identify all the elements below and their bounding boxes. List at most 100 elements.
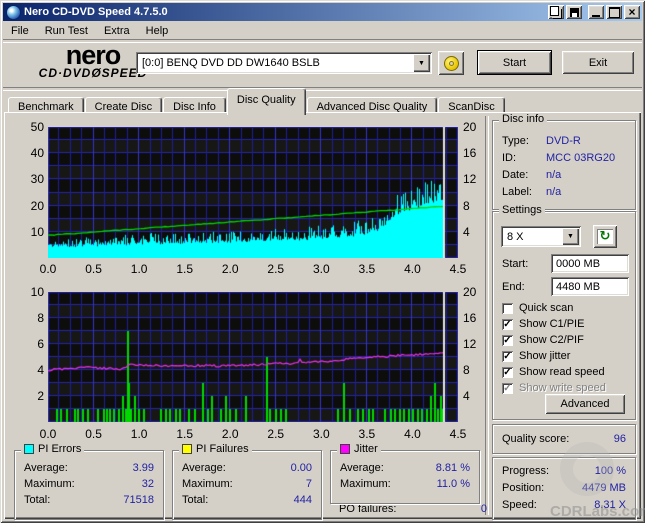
disc-info-row: Type: DVD-R <box>493 132 635 149</box>
checkbox-show-c1-pie[interactable]: ✓ Show C1/PIE <box>493 316 635 332</box>
x-axis-tick-label: 2.0 <box>221 427 239 441</box>
menu-item-file[interactable]: File <box>3 24 37 38</box>
stats-row: Average: 3.99 <box>15 460 163 476</box>
nero-app-icon <box>6 4 21 20</box>
checkbox-box[interactable] <box>502 302 513 314</box>
checkbox-show-c2-pif[interactable]: ✓ Show C2/PIF <box>493 332 635 348</box>
chevron-down-icon[interactable]: ▼ <box>562 228 579 245</box>
x-axis-tick-label: 2.5 <box>267 427 285 441</box>
refresh-button[interactable]: ↻ <box>593 225 617 248</box>
stats-label: Total: <box>24 494 51 506</box>
po-failures-value: 0 <box>480 502 487 515</box>
drive-select[interactable]: [0:0] BENQ DVD DD DW1640 BSLB ▼ <box>136 52 432 74</box>
speed-select[interactable]: 8 X ▼ <box>501 226 581 247</box>
stats-title-text: Jitter <box>354 443 378 455</box>
y2-axis-tick-label: 8 <box>463 363 470 377</box>
copy-screenshot-button[interactable] <box>548 5 564 19</box>
stats-value: 8.81 % <box>435 462 470 474</box>
disc-info-label: Date: <box>502 168 529 181</box>
checkbox-quick-scan[interactable]: Quick scan <box>493 300 635 316</box>
checkbox-label: Quick scan <box>519 302 574 314</box>
x-axis-tick-label: 0.5 <box>85 427 102 441</box>
po-failures-label: PO failures: <box>339 502 397 515</box>
quality-score-label: Quality score: <box>502 432 570 445</box>
tab-disc-quality[interactable]: Disc Quality <box>226 88 306 115</box>
drive-select-value: [0:0] BENQ DVD DD DW1640 BSLB <box>142 57 320 69</box>
maximize-icon <box>608 6 620 18</box>
settings-group: Settings 8 X ▼ ↻ Start: 0000 MB End: 448… <box>492 204 636 420</box>
stats-row: Average: 0.00 <box>173 460 321 476</box>
quality-score-group: Quality score: 96 <box>492 424 636 454</box>
start-button[interactable]: Start <box>477 50 552 75</box>
menu-item-run-test[interactable]: Run Test <box>37 24 96 38</box>
y-axis-tick-label: 8 <box>37 311 44 325</box>
stats-label: Maximum: <box>340 478 391 490</box>
close-button[interactable]: × <box>624 5 640 19</box>
x-axis-tick-label: 3.0 <box>312 427 330 441</box>
exit-button-label: Exit <box>588 56 608 69</box>
disc-info-value: DVD-R <box>546 134 581 147</box>
minimize-button[interactable] <box>588 5 604 19</box>
disc-info-group: Disc info Type: DVD-R ID: MCC 03RG20 Date: n/… <box>492 113 636 210</box>
settings-title: Settings <box>499 204 545 216</box>
pi-errors-chart <box>48 127 458 258</box>
checkbox-box: ✓ <box>502 382 513 394</box>
x-axis-tick-label: 0.5 <box>85 262 102 276</box>
x-axis-tick-label: 1.5 <box>176 262 193 276</box>
menu-bar: File Run Test Extra Help <box>3 22 642 39</box>
eject-button[interactable] <box>438 51 464 75</box>
legend-swatch-icon <box>340 444 350 454</box>
y2-axis-tick-label: 12 <box>463 337 477 351</box>
checkbox-box[interactable]: ✓ <box>502 318 513 330</box>
checkbox-box[interactable]: ✓ <box>502 350 513 362</box>
disc-info-title: Disc info <box>499 113 548 125</box>
disc-info-row: Date: n/a <box>493 166 635 183</box>
stats-value: 7 <box>305 478 312 490</box>
eject-disc-icon <box>443 55 459 71</box>
stats-title-text: PI Errors <box>38 443 82 455</box>
advanced-button[interactable]: Advanced <box>545 394 625 414</box>
legend-swatch-icon <box>24 444 34 454</box>
menu-item-extra[interactable]: Extra <box>96 24 138 38</box>
end-field-value: 4480 MB <box>556 280 601 293</box>
chevron-down-icon[interactable]: ▼ <box>413 54 430 72</box>
checkbox-box[interactable]: ✓ <box>502 366 513 378</box>
stats-rows: Average: 8.81 % Maximum: 11.0 % <box>331 451 479 492</box>
speed-select-value: 8 X <box>507 230 524 243</box>
maximize-button[interactable] <box>606 5 622 19</box>
stats-group-pi-failures: PI Failures Average: 0.00 Maximum: 7 Total: 44… <box>172 443 322 520</box>
disc-info-value: n/a <box>546 185 562 198</box>
x-axis-tick-label: 0.0 <box>39 262 57 276</box>
stats-group-title: Jitter <box>337 443 381 455</box>
stats-value: 32 <box>141 478 154 490</box>
checkbox-show-jitter[interactable]: ✓ Show jitter <box>493 348 635 364</box>
save-icon <box>569 7 579 17</box>
y2-axis-tick-label: 20 <box>463 285 477 299</box>
y2-axis-tick-label: 16 <box>463 146 477 161</box>
app-window: Nero CD-DVD Speed 4.7.5.0 × File Run Test… <box>0 0 645 523</box>
exit-button[interactable]: Exit <box>562 51 634 74</box>
progress-row: Speed: 8.31 X <box>493 496 635 513</box>
disc-info-row: Label: n/a <box>493 183 635 200</box>
end-field[interactable]: 4480 MB <box>551 277 629 296</box>
stats-group-jitter: Jitter Average: 8.81 % Maximum: 11.0 % <box>330 443 480 504</box>
save-button[interactable] <box>566 5 582 19</box>
stats-value: 11.0 % <box>436 478 470 490</box>
window-title: Nero CD-DVD Speed 4.7.5.0 <box>24 6 168 18</box>
x-axis-tick-label: 1.0 <box>130 262 148 276</box>
stats-row: Maximum: 7 <box>173 476 321 492</box>
x-axis-tick-label: 4.0 <box>404 427 421 441</box>
start-field[interactable]: 0000 MB <box>551 254 629 273</box>
checkbox-label: Show C1/PIE <box>519 318 585 330</box>
checkbox-show-read-speed[interactable]: ✓ Show read speed <box>493 364 635 380</box>
disc-info-label: Type: <box>502 134 529 147</box>
stats-title-text: PI Failures <box>196 443 249 455</box>
x-axis-tick-label: 4.5 <box>449 427 467 441</box>
stats-row: Maximum: 11.0 % <box>331 476 479 492</box>
checkbox-box[interactable]: ✓ <box>502 334 513 346</box>
progress-row: Progress: 100 % <box>493 462 635 479</box>
menu-item-help[interactable]: Help <box>138 24 177 38</box>
y-axis-tick-label: 40 <box>30 146 44 161</box>
y2-axis-tick-label: 12 <box>463 172 477 187</box>
y2-axis-tick-label: 16 <box>463 311 477 325</box>
